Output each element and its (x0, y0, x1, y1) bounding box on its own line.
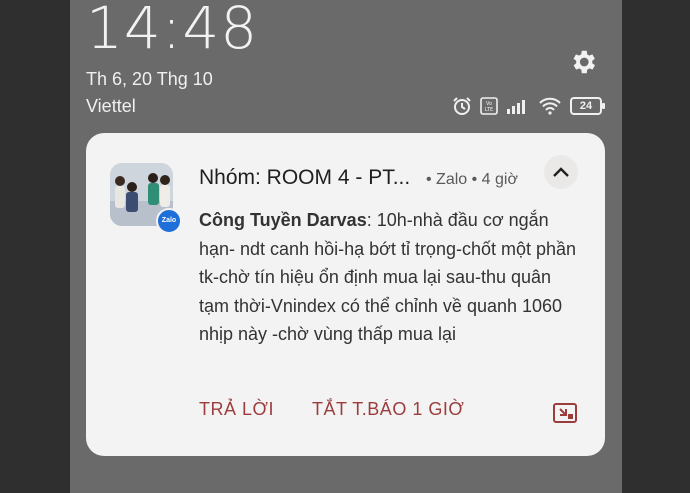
mute-button[interactable]: TẮT T.BÁO 1 GIỜ (312, 399, 464, 420)
sender-name: Công Tuyền Darvas (199, 210, 367, 230)
notification-meta: • Zalo • 4 giờ (426, 171, 518, 188)
gear-icon[interactable] (568, 47, 598, 77)
battery-icon: 24 (570, 97, 605, 115)
wifi-icon (539, 97, 561, 115)
alarm-icon (453, 97, 471, 115)
chevron-up-icon (553, 167, 569, 177)
svg-text:LTE: LTE (485, 107, 493, 113)
notification-message: Công Tuyền Darvas: 10h-nhà đầu cơ ngắn h… (199, 206, 579, 349)
status-bar-icons: Vo LTE 24 (452, 96, 605, 116)
lockscreen: 14:48 Th 6, 20 Thg 10 Viettel Vo LTE 24 (70, 0, 622, 493)
collapse-button[interactable] (544, 155, 578, 189)
reply-button[interactable]: TRẢ LỜI (199, 399, 274, 420)
picture-in-picture-icon[interactable] (552, 401, 578, 425)
carrier-name: Viettel (86, 96, 136, 116)
message-text: : 10h-nhà đầu cơ ngắn hạn- ndt canh hồi-… (199, 210, 577, 344)
signal-icon (507, 100, 525, 114)
clock-date: Th 6, 20 Thg 10 (86, 69, 213, 89)
notification-title: Nhóm: ROOM 4 - PT... (199, 166, 411, 189)
clock-time: 14:48 (86, 0, 259, 62)
zalo-app-icon: Zalo (156, 208, 182, 234)
volte-icon: Vo LTE (480, 97, 498, 115)
notification-card[interactable]: Zalo Nhóm: ROOM 4 - PT... • Zalo • 4 giờ… (86, 133, 605, 456)
notification-actions: TRẢ LỜI TẮT T.BÁO 1 GIỜ (199, 399, 464, 420)
